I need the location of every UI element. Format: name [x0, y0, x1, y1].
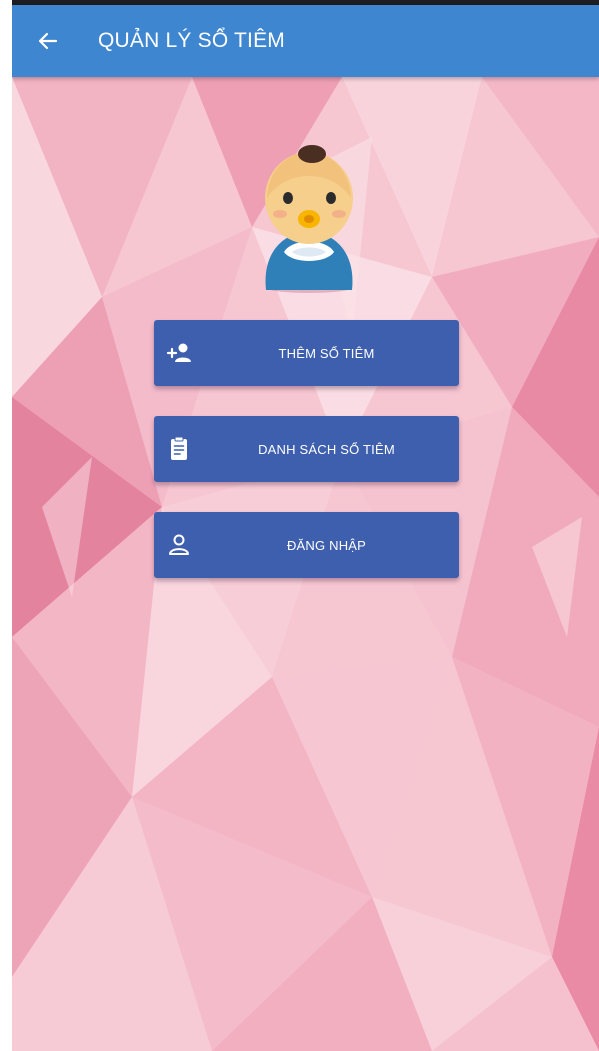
back-button[interactable] [34, 27, 62, 55]
login-button[interactable]: ĐĂNG NHẬP [154, 512, 459, 578]
clipboard-icon [171, 436, 187, 460]
vaccination-book-list-button[interactable]: DANH SÁCH SỔ TIÊM [154, 416, 459, 482]
add-vaccination-book-button[interactable]: THÊM SỔ TIÊM [154, 320, 459, 386]
vaccination-book-list-label: DANH SÁCH SỔ TIÊM [258, 441, 395, 457]
add-person-icon [166, 343, 191, 362]
app-bar: QUẢN LÝ SỔ TIÊM [12, 5, 599, 77]
login-label: ĐĂNG NHẬP [286, 537, 367, 553]
app-title: QUẢN LÝ SỔ TIÊM [98, 29, 285, 52]
add-vaccination-book-label: THÊM SỔ TIÊM [278, 345, 375, 361]
app-screen: QUẢN LÝ SỔ TIÊM THÊM SỔ TIÊM DANH SÁCH S… [12, 0, 599, 1051]
arrow-left-icon [38, 32, 58, 50]
person-outline-icon [169, 534, 189, 555]
baby-icon [265, 145, 353, 293]
